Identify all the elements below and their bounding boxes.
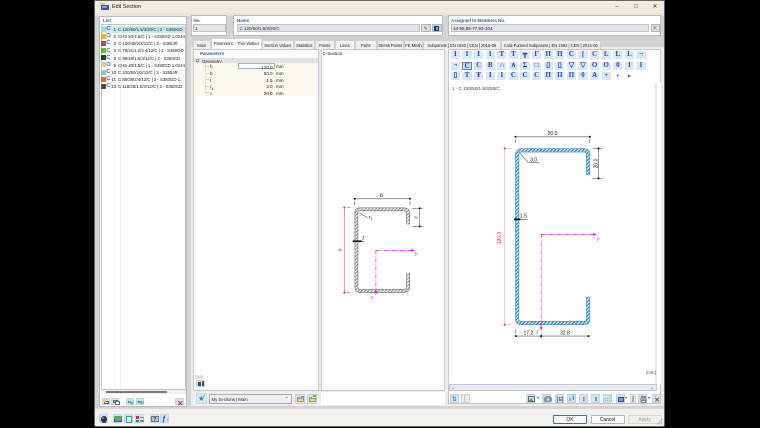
svg-text:z: z bbox=[369, 294, 373, 300]
svg-text:32.8: 32.8 bbox=[560, 330, 570, 336]
svg-text:50.0: 50.0 bbox=[548, 131, 558, 137]
svg-text:r1: r1 bbox=[368, 215, 372, 221]
svg-text:1.5: 1.5 bbox=[520, 213, 527, 219]
svg-text:3.0: 3.0 bbox=[530, 157, 537, 163]
svg-text:b: b bbox=[380, 193, 383, 199]
svg-text:17.2: 17.2 bbox=[524, 330, 534, 336]
svg-text:120.0: 120.0 bbox=[497, 232, 503, 245]
svg-text:20.0: 20.0 bbox=[593, 158, 599, 168]
svg-text:t: t bbox=[362, 235, 364, 241]
svg-text:z: z bbox=[535, 330, 539, 336]
svg-text:h: h bbox=[338, 248, 344, 251]
svg-text:c: c bbox=[413, 215, 419, 218]
svg-text:y: y bbox=[596, 237, 600, 243]
svg-text:y: y bbox=[414, 251, 418, 257]
